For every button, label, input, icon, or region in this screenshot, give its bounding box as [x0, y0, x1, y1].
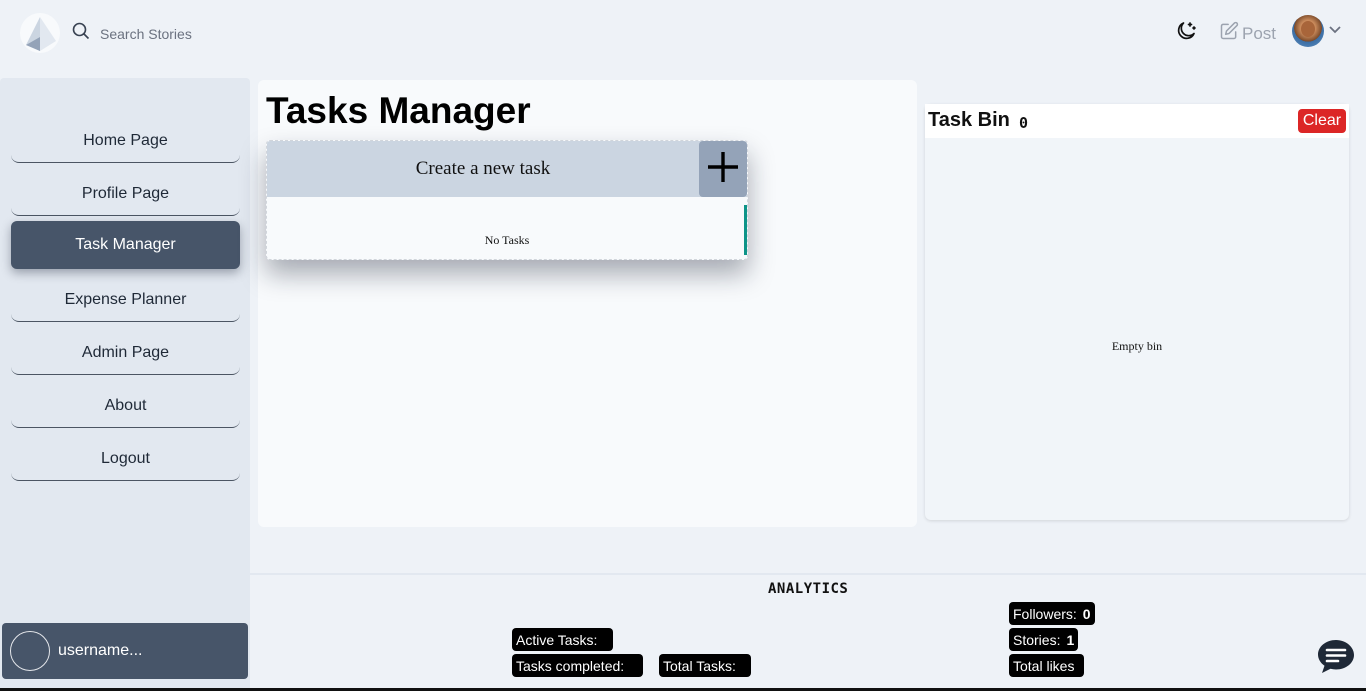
sidebar-item-home[interactable]: Home Page — [11, 119, 240, 163]
total-tasks-stat: Total Tasks: — [659, 654, 751, 677]
moon-star-icon — [1174, 19, 1198, 48]
sidebar-item-expense-planner[interactable]: Expense Planner — [11, 278, 240, 322]
stories-label: Stories: — [1013, 631, 1061, 648]
tasks-completed-stat: Tasks completed: — [512, 654, 643, 677]
analytics-divider — [250, 573, 1366, 575]
post-label: Post — [1242, 23, 1277, 43]
add-task-button[interactable] — [699, 141, 747, 197]
search-icon — [72, 22, 90, 45]
post-button[interactable]: Post — [1219, 21, 1276, 46]
create-task-bar[interactable]: Create a new task — [267, 141, 747, 197]
sidebar-item-logout[interactable]: Logout — [11, 437, 240, 481]
sidebar-item-task-manager[interactable]: Task Manager — [11, 221, 240, 269]
sidebar-item-profile[interactable]: Profile Page — [11, 172, 240, 216]
avatar — [1292, 15, 1324, 47]
chevron-down-icon — [1328, 22, 1342, 41]
edit-icon — [1219, 21, 1239, 46]
chat-button[interactable] — [1316, 638, 1356, 676]
active-tasks-label: Active Tasks: — [516, 631, 598, 648]
analytics-title: ANALYTICS — [768, 581, 849, 597]
tasks-completed-label: Tasks completed: — [516, 657, 625, 674]
followers-stat: Followers: 0 — [1009, 602, 1095, 625]
search-bar[interactable] — [72, 22, 300, 45]
sidebar-item-admin[interactable]: Admin Page — [11, 331, 240, 375]
followers-label: Followers: — [1013, 605, 1077, 622]
user-profile-card[interactable]: username... — [2, 623, 248, 679]
total-likes-label: Total likes — [1013, 657, 1075, 674]
chat-bubble-icon — [1316, 640, 1356, 680]
app-logo[interactable] — [16, 11, 62, 55]
sidebar-item-label: Home Page — [83, 131, 168, 149]
empty-tasks-message: No Tasks — [484, 233, 530, 247]
sidebar-item-label: Admin Page — [81, 343, 170, 361]
stories-value: 1 — [1066, 631, 1075, 648]
sidebar-item-label: Task Manager — [75, 236, 176, 253]
task-bin-count: 0 — [1019, 114, 1029, 132]
empty-bin-message: Empty bin — [1111, 339, 1163, 353]
sidebar-item-about[interactable]: About — [11, 384, 240, 428]
search-input[interactable] — [100, 25, 300, 42]
sidebar-item-label: Logout — [101, 449, 150, 467]
clear-bin-button[interactable]: Clear — [1298, 109, 1346, 133]
username-label: username... — [58, 642, 143, 659]
task-bin-panel — [925, 104, 1349, 520]
sidebar-item-label: Profile Page — [81, 184, 170, 202]
sidebar-item-label: About — [104, 396, 147, 414]
page-title: Tasks Manager — [266, 90, 531, 131]
theme-toggle-button[interactable] — [1172, 19, 1200, 47]
followers-value: 0 — [1082, 605, 1091, 622]
plus-icon — [706, 150, 740, 189]
active-tasks-stat: Active Tasks: — [512, 628, 613, 651]
total-tasks-label: Total Tasks: — [663, 657, 736, 674]
task-bin-title: Task Bin — [928, 109, 1010, 131]
stories-stat: Stories: 1 — [1009, 628, 1079, 651]
account-menu-button[interactable] — [1292, 15, 1342, 47]
total-likes-stat: Total likes — [1009, 654, 1085, 677]
user-avatar — [10, 631, 50, 671]
sidebar-item-label: Expense Planner — [64, 290, 187, 308]
create-task-label: Create a new task — [415, 158, 551, 179]
task-card: Create a new task No Tasks — [266, 140, 748, 260]
